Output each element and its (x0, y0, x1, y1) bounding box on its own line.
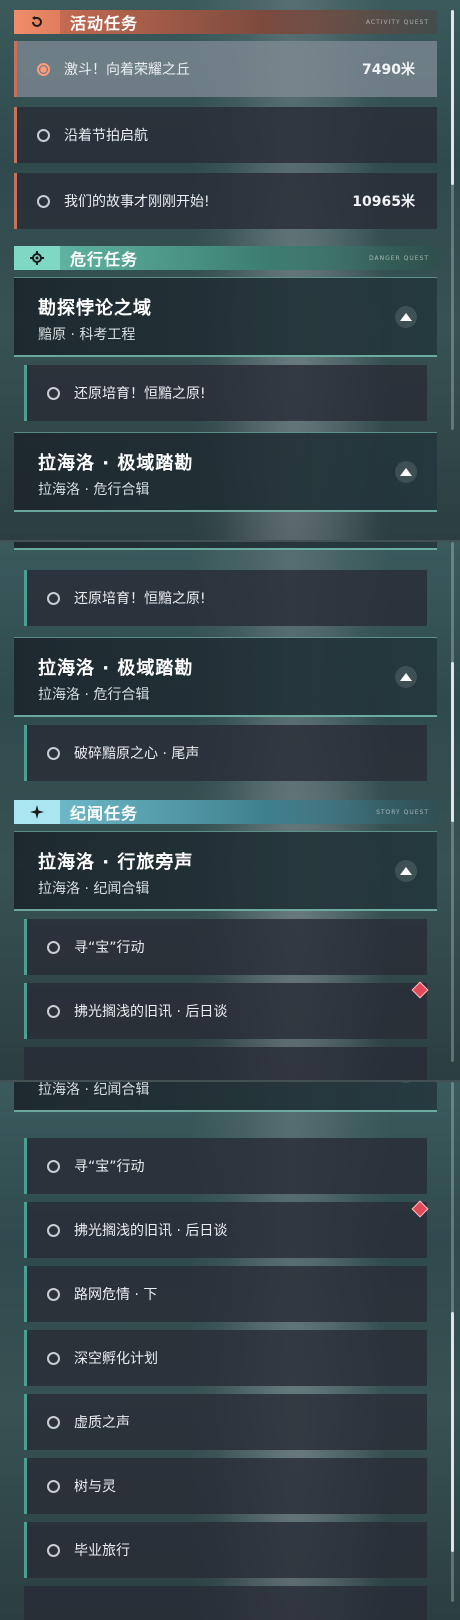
sub-task-item[interactable]: 路网危情 · 下 (24, 1266, 427, 1322)
section-deco-text: STORY QUEST (376, 808, 429, 816)
task-label: 寻“宝”行动 (74, 940, 145, 956)
quest-list-panel-1: 活动任务 ACTIVITY QUEST 激斗！向着荣耀之丘 7490米 沿着节拍… (0, 0, 460, 540)
sub-task-item[interactable]: 毕业旅行 (24, 1522, 427, 1578)
scrollbar[interactable] (451, 1082, 454, 1602)
radio-icon (37, 194, 50, 208)
sub-task-item[interactable]: 破碎黯原之心 · 尾声 (24, 725, 427, 781)
sub-task-item-partial[interactable] (24, 1047, 427, 1080)
scrollbar[interactable] (451, 10, 454, 430)
task-label: 拂光搁浅的旧讯 · 后日谈 (74, 1004, 228, 1020)
radio-icon (47, 1004, 60, 1018)
collapse-chevron-icon[interactable] (395, 1082, 417, 1083)
radio-icon (47, 940, 60, 954)
radio-icon (47, 386, 60, 400)
radio-icon (47, 1159, 60, 1173)
task-distance: 10965米 (352, 194, 415, 210)
task-label: 我们的故事才刚刚开始! (64, 194, 210, 210)
task-label: 还原培育！恒黯之原! (74, 386, 206, 402)
sub-task-item[interactable]: 深空孵化计划 (24, 1330, 427, 1386)
radio-icon (47, 1287, 60, 1301)
radio-icon (47, 1415, 60, 1429)
task-label: 虚质之声 (74, 1415, 130, 1431)
task-label: 拂光搁浅的旧讯 · 后日谈 (74, 1223, 228, 1239)
task-label: 毕业旅行 (74, 1543, 130, 1559)
activity-task-item[interactable]: 激斗！向着荣耀之丘 7490米 (14, 41, 437, 97)
radio-icon (47, 1223, 60, 1237)
section-header-activity: 活动任务 ACTIVITY QUEST (14, 10, 437, 34)
card-subtitle: 黯原 · 科考工程 (38, 327, 136, 343)
quest-list-panel-3: 拉海洛 · 纪闻合辑 寻“宝”行动 拂光搁浅的旧讯 · 后日谈 路网危情 · 下… (0, 1082, 460, 1620)
task-label: 还原培育！恒黯之原! (74, 591, 206, 607)
task-label: 沿着节拍启航 (64, 128, 148, 144)
radio-icon (47, 746, 60, 760)
section-header-story: 纪闻任务 STORY QUEST (14, 800, 437, 824)
sub-task-item[interactable]: 拂光搁浅的旧讯 · 后日谈 (24, 983, 427, 1039)
quest-card-partial[interactable] (14, 542, 437, 550)
task-label: 深空孵化计划 (74, 1351, 158, 1367)
card-title: 拉海洛 · 极域踏勘 (38, 658, 194, 679)
activity-refresh-icon (14, 10, 60, 34)
task-label: 破碎黯原之心 · 尾声 (74, 746, 200, 762)
task-label: 激斗！向着荣耀之丘 (64, 62, 190, 78)
card-subtitle: 拉海洛 · 纪闻合辑 (38, 881, 150, 897)
gear-icon (14, 246, 60, 270)
sub-task-item[interactable]: 寻“宝”行动 (24, 1138, 427, 1194)
sub-task-item[interactable]: 虚质之声 (24, 1394, 427, 1450)
quest-card-lahailuo-xinglv[interactable]: 拉海洛 · 纪闻合辑 (14, 1082, 437, 1112)
card-subtitle: 拉海洛 · 危行合辑 (38, 687, 150, 703)
quest-card-lahailuo-xinglv[interactable]: 拉海洛 · 行旅旁声 拉海洛 · 纪闻合辑 (14, 831, 437, 911)
sub-task-item[interactable]: 拂光搁浅的旧讯 · 后日谈 (24, 1202, 427, 1258)
radio-icon (47, 1543, 60, 1557)
task-label: 寻“宝”行动 (74, 1159, 145, 1175)
task-label: 树与灵 (74, 1479, 116, 1495)
task-distance: 7490米 (362, 62, 415, 78)
quest-card-lahailuo-jiyu[interactable]: 拉海洛 · 极域踏勘 拉海洛 · 危行合辑 (14, 637, 437, 717)
quest-card-kantan[interactable]: 勘探悖论之域 黯原 · 科考工程 (14, 277, 437, 357)
collapse-chevron-icon[interactable] (395, 306, 417, 328)
activity-task-item[interactable]: 沿着节拍启航 (14, 107, 437, 163)
card-subtitle: 拉海洛 · 纪闻合辑 (38, 1082, 150, 1098)
card-title: 勘探悖论之域 (38, 298, 152, 319)
sub-task-item[interactable]: 树与灵 (24, 1458, 427, 1514)
sub-task-item[interactable]: 寻“宝”行动 (24, 919, 427, 975)
section-header-danger: 危行任务 DANGER QUEST (14, 246, 437, 270)
task-label: 路网危情 · 下 (74, 1287, 158, 1303)
scrollbar[interactable] (451, 542, 454, 1062)
collapse-chevron-icon[interactable] (395, 860, 417, 882)
activity-task-item[interactable]: 我们的故事才刚刚开始! 10965米 (14, 173, 437, 229)
section-title: 活动任务 (70, 14, 139, 33)
sub-task-item[interactable]: 还原培育！恒黯之原! (24, 570, 427, 626)
section-deco-text: ACTIVITY QUEST (365, 18, 429, 26)
sub-task-item[interactable]: 还原培育！恒黯之原! (24, 365, 427, 421)
radio-icon (47, 591, 60, 605)
section-deco-text: DANGER QUEST (368, 254, 429, 262)
sub-task-item-partial[interactable] (24, 1586, 427, 1620)
card-title: 拉海洛 · 极域踏勘 (38, 453, 194, 474)
card-subtitle: 拉海洛 · 危行合辑 (38, 482, 150, 498)
radio-icon (47, 1479, 60, 1493)
quest-card-lahailuo-jiyu[interactable]: 拉海洛 · 极域踏勘 拉海洛 · 危行合辑 (14, 432, 437, 512)
quest-list-panel-2: 还原培育！恒黯之原! 拉海洛 · 极域踏勘 拉海洛 · 危行合辑 破碎黯原之心 … (0, 542, 460, 1080)
collapse-chevron-icon[interactable] (395, 666, 417, 688)
radio-icon (37, 62, 50, 76)
card-title: 拉海洛 · 行旅旁声 (38, 852, 194, 873)
sparkle-icon (14, 800, 60, 824)
section-title: 危行任务 (70, 250, 139, 269)
radio-icon (47, 1351, 60, 1365)
section-title: 纪闻任务 (70, 804, 139, 823)
collapse-chevron-icon[interactable] (395, 461, 417, 483)
radio-icon (37, 128, 50, 142)
